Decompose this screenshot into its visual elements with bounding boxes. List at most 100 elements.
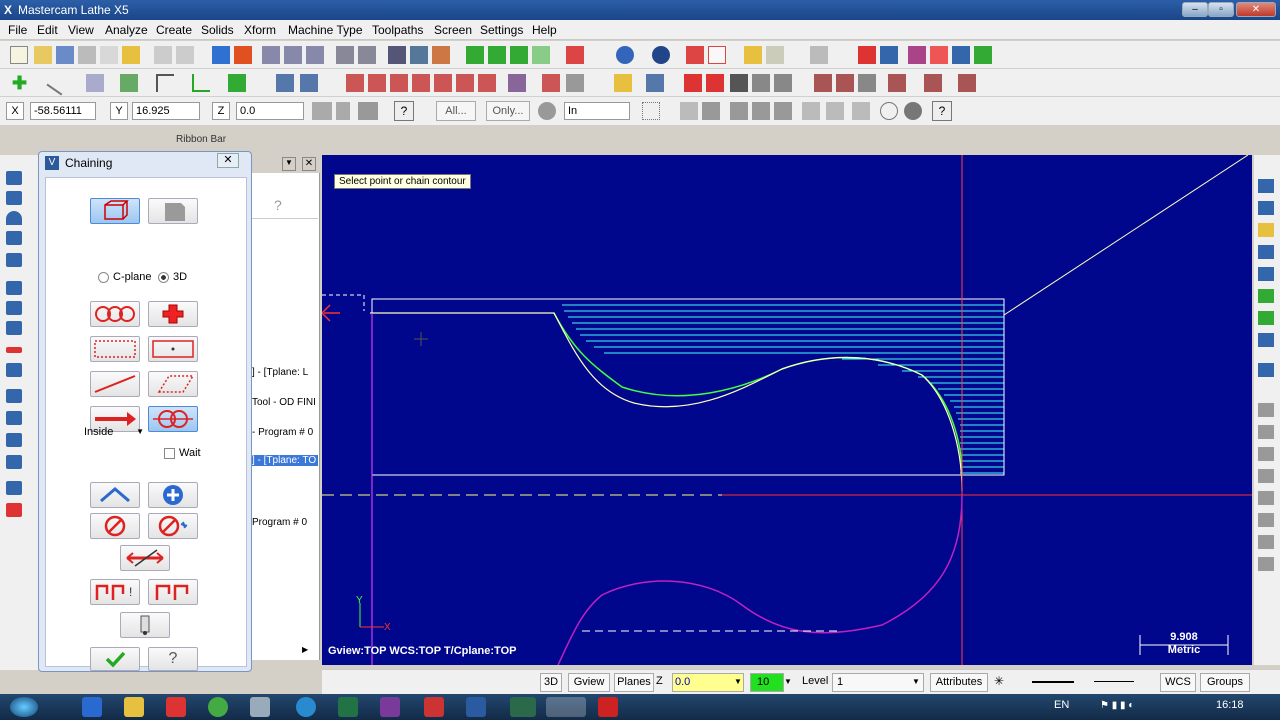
menu-edit[interactable]: Edit	[37, 23, 58, 37]
level-chevron-icon[interactable]: ▼	[912, 677, 920, 686]
lathe-op16-icon[interactable]	[1258, 535, 1274, 549]
taskbar-app-icon[interactable]	[250, 697, 270, 717]
window-select-icon[interactable]	[642, 102, 660, 120]
manager-row[interactable]: Tool - OD FINI	[252, 397, 318, 408]
xform-scale-icon[interactable]	[412, 74, 430, 92]
create-point-icon[interactable]: ✚	[12, 74, 30, 92]
create-surface-icon[interactable]	[6, 281, 22, 295]
properties-icon[interactable]	[880, 46, 898, 64]
level-label[interactable]: Level	[802, 675, 828, 687]
zoom-out-icon[interactable]	[306, 46, 324, 64]
redo-icon[interactable]	[176, 46, 194, 64]
add-chain-button[interactable]	[148, 482, 198, 508]
manager-row-selected[interactable]: ] - [Tplane: TO	[252, 455, 318, 466]
fast-point-icon[interactable]	[312, 102, 332, 120]
chain-mode-select[interactable]: Inside ▼	[84, 423, 148, 441]
minimize-button[interactable]: –	[1182, 2, 1208, 17]
taskbar-onenote-icon[interactable]	[380, 697, 400, 717]
zoom-prev-icon[interactable]	[336, 46, 354, 64]
menu-screen[interactable]: Screen	[434, 23, 472, 37]
lathe-op2-icon[interactable]	[1258, 201, 1274, 215]
stop-select-icon[interactable]	[904, 102, 922, 120]
lathe-op7-icon[interactable]	[1258, 311, 1274, 325]
back-face-icon[interactable]	[802, 102, 820, 120]
lathe-groove-icon[interactable]	[566, 74, 584, 92]
trim-icon[interactable]	[276, 74, 294, 92]
manager-close[interactable]: ✕	[302, 157, 316, 171]
unselect-button[interactable]	[90, 482, 140, 508]
highlight-icon[interactable]	[766, 46, 784, 64]
lathe-op11-icon[interactable]	[1258, 425, 1274, 439]
manager-dropdown[interactable]: ▼	[282, 157, 296, 171]
color-swatch[interactable]: 10	[750, 673, 784, 692]
groups-button[interactable]: Groups	[1200, 673, 1250, 692]
print-icon[interactable]	[78, 46, 96, 64]
create-solid-icon[interactable]	[228, 74, 246, 92]
single-point-button[interactable]	[148, 301, 198, 327]
analyze-icon[interactable]	[410, 46, 428, 64]
create-arc-icon[interactable]	[6, 171, 22, 185]
lathe-op8-icon[interactable]	[1258, 333, 1274, 347]
create-ellipse-icon[interactable]	[6, 253, 22, 267]
options-button[interactable]: !	[90, 579, 140, 605]
y-coord-input[interactable]: 16.925	[132, 102, 200, 120]
menu-toolpaths[interactable]: Toolpaths	[372, 23, 423, 37]
open-file-icon[interactable]	[34, 46, 52, 64]
lathe-contour-icon[interactable]	[924, 74, 942, 92]
create-bounding-icon[interactable]	[6, 433, 22, 447]
menu-xform[interactable]: Xform	[244, 23, 276, 37]
taskbar-ie-icon[interactable]	[82, 697, 102, 717]
paste-icon[interactable]	[122, 46, 140, 64]
taskbar-solidworks-icon[interactable]	[598, 697, 618, 717]
language-indicator[interactable]: EN	[1054, 699, 1069, 711]
graphics-viewport[interactable]: Select point or chain contour Y X Gview:…	[322, 155, 1252, 665]
manager-row[interactable]: - Program # 0	[252, 427, 318, 438]
chaining-close-button[interactable]: ✕	[217, 153, 239, 168]
backplot-icon[interactable]	[908, 46, 926, 64]
xform-rotate-icon[interactable]	[390, 74, 408, 92]
lathe-op3-icon[interactable]	[1258, 223, 1274, 237]
undo-icon[interactable]	[154, 46, 172, 64]
3d-toggle-button[interactable]: 3D	[540, 673, 562, 692]
reverse-button[interactable]	[120, 545, 170, 571]
sphere-icon[interactable]	[616, 46, 634, 64]
menu-analyze[interactable]: Analyze	[105, 23, 148, 37]
zoom-target-icon[interactable]	[358, 46, 376, 64]
edge-select-icon[interactable]	[752, 102, 770, 120]
partial-chain-button[interactable]	[148, 406, 198, 432]
solids-mode-button[interactable]	[148, 198, 198, 224]
taskbar-media-icon[interactable]	[166, 697, 186, 717]
selection-mask-icon[interactable]	[538, 102, 556, 120]
xform-translate-icon[interactable]	[346, 74, 364, 92]
create-line-icon[interactable]	[46, 70, 72, 96]
loop-select-icon[interactable]	[826, 102, 844, 120]
selection-mode-select[interactable]: In	[564, 102, 630, 120]
wait-checkbox[interactable]	[164, 448, 175, 459]
create-spline-icon[interactable]	[6, 211, 22, 225]
lathe-op12-icon[interactable]	[1258, 447, 1274, 461]
body-select-icon[interactable]	[774, 102, 792, 120]
menu-view[interactable]: View	[68, 23, 94, 37]
manager-help-icon[interactable]: ?	[274, 197, 282, 213]
create-midpoint-icon[interactable]	[86, 74, 104, 92]
create-hatch-icon[interactable]	[6, 363, 22, 377]
lathe-rough-icon[interactable]	[508, 74, 526, 92]
z-coord-input[interactable]: 0.0	[236, 102, 304, 120]
lathe-op14-icon[interactable]	[1258, 491, 1274, 505]
gview-button[interactable]: Gview	[568, 673, 610, 692]
chain-info-button[interactable]	[120, 612, 170, 638]
lathe-op6-icon[interactable]	[1258, 289, 1274, 303]
taskbar-explorer-icon[interactable]	[124, 697, 144, 717]
menu-file[interactable]: File	[8, 23, 27, 37]
lathe-cutoff-icon[interactable]	[684, 74, 702, 92]
lathe-transfer-icon[interactable]	[836, 74, 854, 92]
lathe-face-icon[interactable]	[706, 74, 724, 92]
shade-icon[interactable]	[432, 46, 450, 64]
solid-icon[interactable]	[686, 46, 704, 64]
x-coord-input[interactable]: -58.56111	[30, 102, 96, 120]
zoom-window-icon[interactable]	[234, 46, 252, 64]
start-button[interactable]	[10, 697, 38, 717]
manager-row[interactable]: Program # 0	[252, 517, 318, 528]
xform-offset-icon[interactable]	[434, 74, 452, 92]
wireframe-icon[interactable]	[566, 46, 584, 64]
